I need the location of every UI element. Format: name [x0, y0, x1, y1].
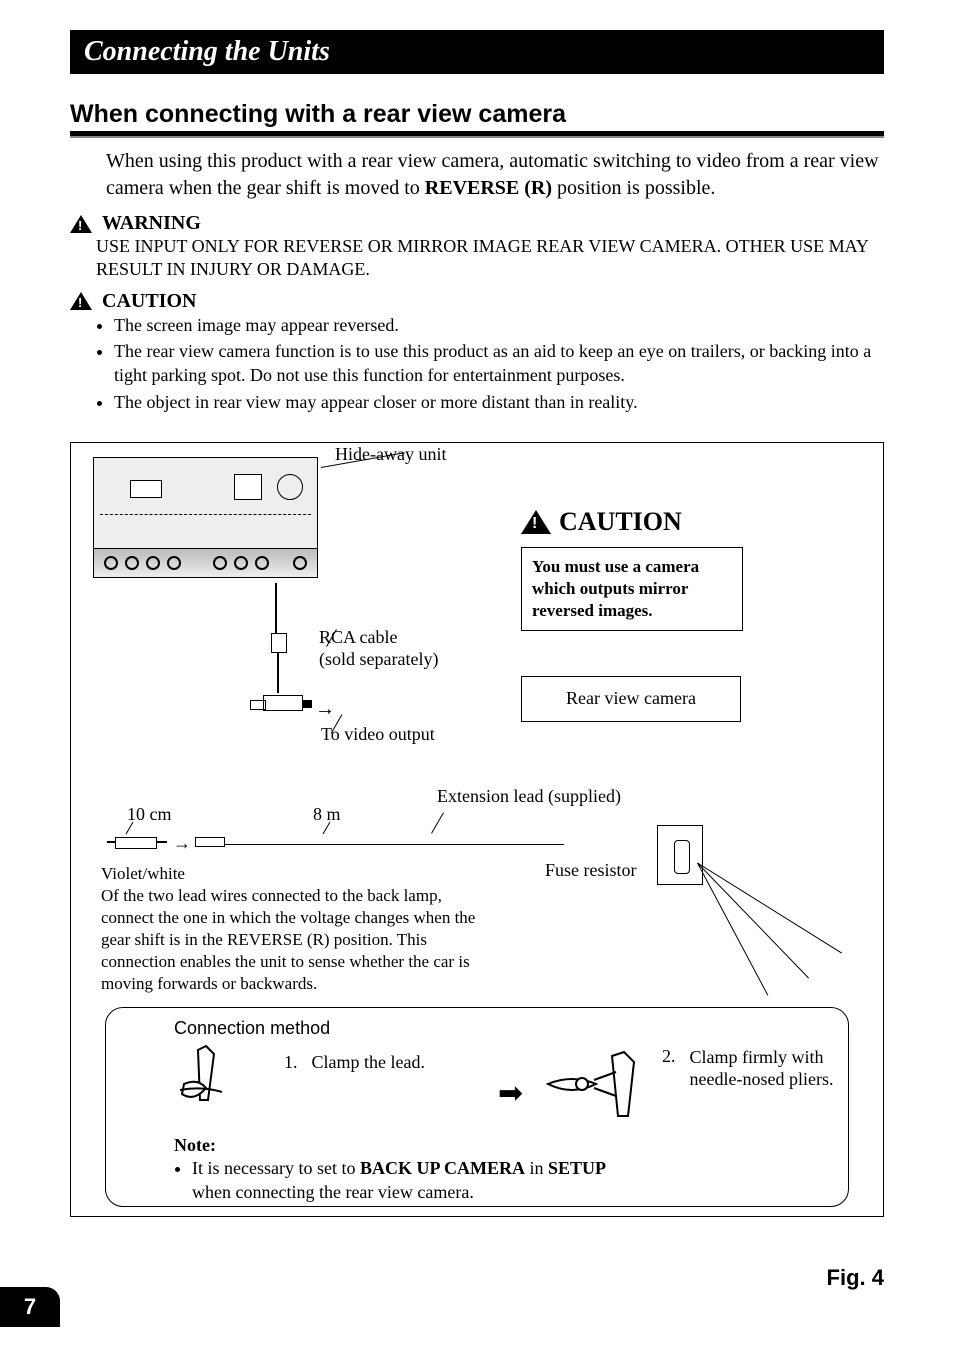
step1-num: 1.: [284, 1052, 298, 1073]
caution-icon: [70, 292, 92, 310]
violet-white-title: Violet/white: [101, 863, 491, 885]
rca-tip-graphic: [271, 633, 287, 653]
arrow-right-icon: →: [173, 833, 191, 854]
fuse-resistor-label: Fuse resistor: [545, 859, 637, 882]
caution-item: The rear view camera function is to use …: [114, 339, 884, 388]
rca-jack-graphic: [263, 695, 303, 711]
length-10cm-label: 10 cm: [127, 803, 172, 826]
caution-icon: [521, 510, 551, 534]
step2-num: 2.: [662, 1046, 676, 1091]
note-item: It is necessary to set to BACK UP CAMERA…: [192, 1157, 606, 1204]
caution-item: The object in rear view may appear close…: [114, 390, 884, 414]
leader-fan-graphic: [577, 883, 777, 993]
length-8m-label: 8 m: [313, 803, 341, 826]
hideaway-label: Hide-away unit: [335, 443, 446, 466]
intro-post: position is possible.: [552, 177, 715, 199]
fuse-resistor-graphic: [657, 825, 703, 885]
clamp-graphic-2: [542, 1050, 652, 1125]
rear-view-camera-box: Rear view camera: [521, 676, 741, 722]
chapter-banner: Connecting the Units: [70, 30, 884, 74]
connection-method-box: Connection method 1. Clamp the lead. ➡ 2…: [105, 1007, 849, 1207]
arrow-right-icon: →: [315, 698, 335, 721]
section-title: When connecting with a rear view camera: [70, 100, 884, 136]
rca-plug-graphic: [275, 583, 285, 633]
method-step-2: 2. Clamp firmly with needle-nosed pliers…: [662, 1046, 842, 1091]
wiring-diagram: Hide-away unit → RCA cable (sold separat…: [70, 442, 884, 1217]
connection-method-title: Connection method: [174, 1018, 330, 1039]
clamp-icon: [178, 1044, 240, 1114]
clamp-graphic-1: [178, 1044, 240, 1119]
caution-list: The screen image may appear reversed. Th…: [114, 313, 884, 414]
figure-label: Fig. 4: [827, 1265, 884, 1291]
warning-icon: [70, 215, 92, 233]
note-b1: BACK UP CAMERA: [360, 1158, 525, 1178]
note-mid: in: [525, 1158, 548, 1178]
warning-header: WARNING: [70, 212, 884, 235]
caution-item: The screen image may appear reversed.: [114, 313, 884, 337]
note-post: when connecting the rear view camera.: [192, 1182, 474, 1202]
warning-body: USE INPUT ONLY FOR REVERSE OR MIRROR IMA…: [96, 235, 884, 282]
diagram-caution-label: CAUTION: [559, 507, 682, 537]
pliers-clamp-icon: [542, 1050, 652, 1120]
violet-white-body: Of the two lead wires connected to the b…: [101, 885, 491, 995]
arrow-right-icon: ➡: [498, 1076, 523, 1111]
connector-graphic: [195, 837, 225, 847]
warning-label: WARNING: [102, 212, 201, 235]
note-b2: SETUP: [548, 1158, 606, 1178]
step2-text: Clamp firmly with needle-nosed pliers.: [690, 1046, 843, 1091]
rca-label: RCA cable (sold separately): [319, 626, 438, 671]
wire-graphic: [107, 837, 177, 847]
port-row-graphic: [93, 548, 318, 578]
rca-label-l1: RCA cable: [319, 627, 398, 647]
leader-line: [431, 812, 444, 833]
note-pre: It is necessary to set to: [192, 1158, 360, 1178]
intro-bold: REVERSE (R): [425, 177, 552, 199]
caution-header: CAUTION: [70, 290, 884, 313]
page-number-tab: 7: [0, 1287, 60, 1327]
to-video-output-label: To video output: [321, 723, 435, 746]
rca-label-l2: (sold separately): [319, 649, 438, 669]
method-note: Note: It is necessary to set to BACK UP …: [174, 1134, 606, 1204]
intro-paragraph: When using this product with a rear view…: [106, 148, 884, 202]
caution-label: CAUTION: [102, 290, 196, 313]
rvc-label: Rear view camera: [566, 688, 696, 709]
diagram-caution-header: CAUTION: [521, 507, 682, 537]
rca-cord-graphic: [277, 653, 279, 693]
note-label: Note:: [174, 1134, 606, 1157]
diagram-caution-box: You must use a camera which outputs mirr…: [521, 547, 743, 631]
extension-lead-label: Extension lead (supplied): [437, 785, 621, 808]
method-step-1: 1. Clamp the lead.: [284, 1052, 425, 1073]
step1-text: Clamp the lead.: [312, 1052, 425, 1073]
violet-white-block: Violet/white Of the two lead wires conne…: [101, 863, 491, 996]
